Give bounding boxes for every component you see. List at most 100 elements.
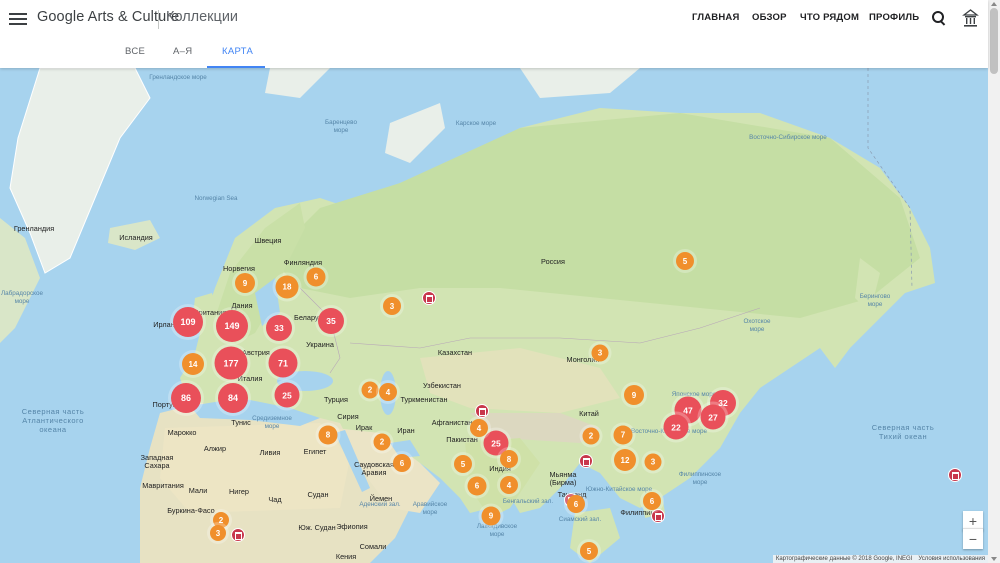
collection-cluster-marker[interactable]: 6	[393, 454, 411, 472]
label-country: Дания	[231, 301, 253, 310]
label-sea: Южно-Китайское море	[585, 486, 653, 493]
label-country: Марокко	[167, 428, 197, 437]
label-country: Украина	[306, 340, 334, 349]
label-country: Исландия	[119, 233, 153, 242]
collection-cluster-marker[interactable]: 8	[318, 425, 338, 445]
nav-explore[interactable]: ОБЗОР	[752, 12, 787, 23]
collection-cluster-marker[interactable]: 9	[481, 506, 501, 526]
label-country: Ирак	[355, 423, 373, 432]
museum-pin-icon[interactable]	[475, 404, 489, 418]
collection-cluster-marker[interactable]: 2	[361, 381, 379, 399]
collection-cluster-marker[interactable]: 149	[216, 310, 248, 342]
collection-cluster-marker[interactable]: 6	[306, 267, 326, 287]
collection-cluster-marker[interactable]: 12	[614, 449, 636, 471]
museum-pin-icon[interactable]	[231, 528, 245, 542]
active-tab-indicator	[207, 66, 265, 68]
tab-map[interactable]: КАРТА	[222, 46, 253, 57]
label-country: Сомали	[359, 542, 387, 551]
label-country: Нигер	[229, 487, 249, 496]
label-country: Мавритания	[142, 481, 184, 490]
collection-cluster-marker[interactable]: 6	[467, 476, 487, 496]
label-sea: Филиппинское море	[678, 471, 722, 486]
label-country: Юж. Судан	[298, 523, 336, 532]
collection-cluster-marker[interactable]: 22	[663, 414, 689, 440]
label-country: Финляндия	[283, 258, 323, 267]
scroll-down-icon[interactable]	[991, 557, 997, 561]
map-attribution: Картографические данные © 2018 Google, I…	[772, 555, 988, 563]
collection-cluster-marker[interactable]: 4	[379, 383, 397, 401]
collection-cluster-marker[interactable]: 3	[383, 297, 401, 315]
label-country: Йемен	[369, 494, 393, 503]
zoom-out-button[interactable]: −	[963, 528, 983, 549]
label-country: Гренландия	[13, 224, 55, 233]
nav-profile[interactable]: ПРОФИЛЬ	[869, 12, 919, 23]
scrollbar-thumb[interactable]	[990, 8, 998, 74]
museum-pin-icon[interactable]	[948, 468, 962, 482]
collection-cluster-marker[interactable]: 86	[171, 383, 201, 413]
scroll-up-icon[interactable]	[991, 2, 997, 6]
nav-home[interactable]: ГЛАВНАЯ	[692, 12, 740, 23]
collection-cluster-marker[interactable]: 5	[676, 252, 694, 270]
collection-cluster-marker[interactable]: 71	[268, 348, 298, 378]
collection-cluster-marker[interactable]: 7	[613, 425, 633, 445]
label-country: Афганистан	[431, 418, 473, 427]
collection-cluster-marker[interactable]: 35	[318, 308, 344, 334]
terms-link[interactable]: Условия использования	[918, 556, 985, 562]
label-sea: Бенгальский зал.	[502, 498, 554, 505]
collection-cluster-marker[interactable]: 6	[643, 492, 661, 510]
museum-pin-icon[interactable]	[422, 291, 436, 305]
account-avatar-icon[interactable]	[962, 9, 979, 28]
collection-cluster-marker[interactable]: 6	[567, 495, 585, 513]
collection-cluster-marker[interactable]: 14	[182, 353, 204, 375]
collection-cluster-marker[interactable]: 5	[454, 455, 472, 473]
collection-cluster-marker[interactable]: 177	[214, 346, 248, 380]
label-country: Эфиопия	[336, 522, 368, 531]
label-sea: Карское море	[455, 120, 497, 127]
label-country: Чад	[268, 495, 282, 504]
tab-a-z[interactable]: А–Я	[173, 46, 192, 57]
label-country: Китай	[579, 409, 599, 418]
museum-pin-icon[interactable]	[579, 454, 593, 468]
collections-map[interactable]: Гренландское море Баренцево море Карское…	[0, 68, 988, 563]
tab-all[interactable]: ВСЕ	[125, 46, 145, 57]
label-country: Алжир	[203, 444, 227, 453]
label-country: Казахстан	[437, 348, 473, 357]
menu-icon[interactable]	[9, 10, 27, 28]
collection-cluster-marker[interactable]: 109	[173, 307, 203, 337]
label-country: Туркменистан	[400, 395, 448, 404]
collection-cluster-marker[interactable]: 9	[624, 385, 644, 405]
collection-cluster-marker[interactable]: 3	[644, 453, 662, 471]
label-country: Ливия	[259, 448, 281, 457]
label-sea: Берингово море	[859, 293, 891, 308]
collection-cluster-marker[interactable]: 27	[700, 404, 726, 430]
collection-cluster-marker[interactable]: 84	[218, 383, 248, 413]
label-country: Кения	[335, 552, 357, 561]
collection-cluster-marker[interactable]: 3	[591, 344, 609, 362]
collection-cluster-marker[interactable]: 5	[580, 542, 598, 560]
label-sea: Norwegian Sea	[194, 195, 238, 202]
collection-cluster-marker[interactable]: 18	[275, 275, 299, 299]
label-sea: Охотское море	[743, 318, 771, 333]
collection-cluster-marker[interactable]: 2	[373, 433, 391, 451]
collection-cluster-marker[interactable]: 3	[210, 525, 226, 541]
label-ocean: Северная часть Атлантического океана	[21, 407, 85, 434]
logo-divider	[158, 10, 159, 29]
collection-cluster-marker[interactable]: 25	[274, 382, 300, 408]
label-country: Пакистан	[446, 435, 478, 444]
page-scrollbar[interactable]	[988, 0, 1000, 563]
label-country: Тунис	[231, 418, 251, 427]
search-icon[interactable]	[932, 11, 946, 26]
collection-cluster-marker[interactable]: 8	[500, 450, 518, 468]
label-country: Австрия	[242, 348, 270, 357]
collection-cluster-marker[interactable]: 2	[582, 427, 600, 445]
collection-cluster-marker[interactable]: 9	[235, 273, 255, 293]
collection-cluster-marker[interactable]: 4	[500, 476, 518, 494]
label-sea: Восточно-Сибирское море	[749, 134, 827, 141]
label-country: Мали	[188, 486, 208, 495]
label-country: Узбекистан	[423, 381, 461, 390]
collection-cluster-marker[interactable]: 4	[470, 419, 488, 437]
museum-pin-icon[interactable]	[651, 509, 665, 523]
nav-nearby[interactable]: ЧТО РЯДОМ	[800, 12, 859, 23]
collection-cluster-marker[interactable]: 33	[266, 315, 292, 341]
map-data-credit: Картографические данные © 2018 Google, I…	[775, 556, 913, 562]
